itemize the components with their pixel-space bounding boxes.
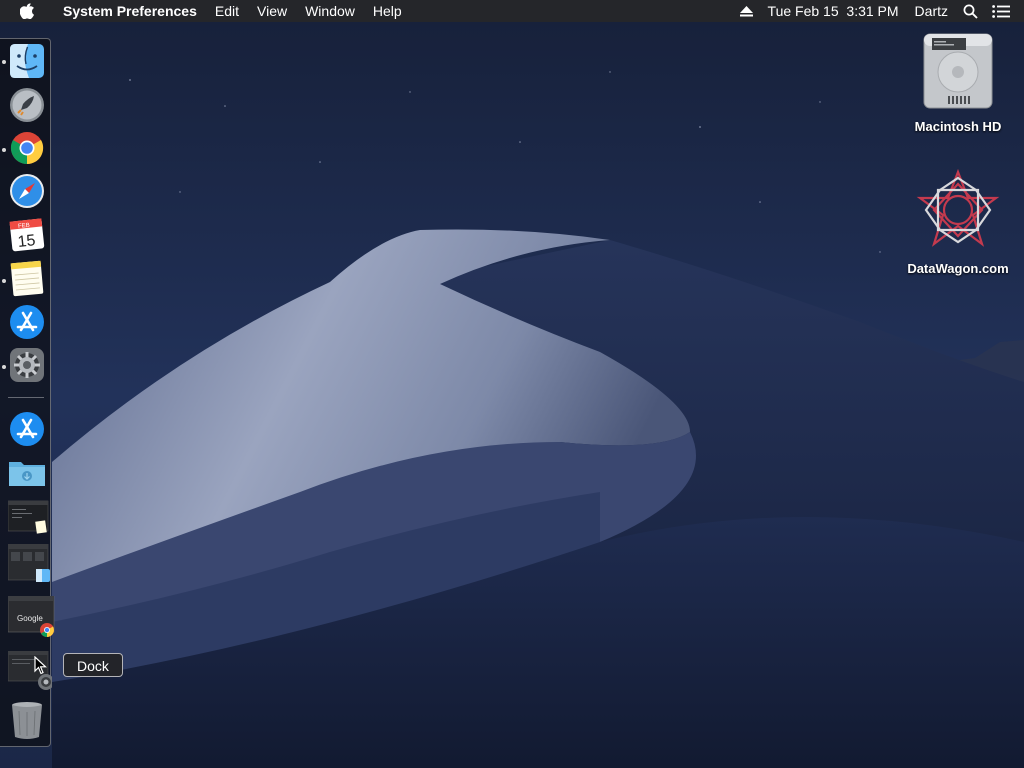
menu-window[interactable]: Window — [296, 0, 364, 22]
chrome-icon — [10, 132, 44, 165]
star-pattern-icon — [916, 168, 1000, 247]
safari-icon — [10, 174, 44, 208]
dock-item-finder[interactable] — [8, 42, 46, 80]
mouse-pointer-icon — [34, 656, 48, 675]
calendar-day: 15 — [17, 232, 37, 251]
menu-help[interactable]: Help — [364, 0, 411, 22]
chrome-thumbnail-text: Google — [17, 614, 43, 623]
dock-tooltip: Dock — [63, 653, 123, 677]
dock-item-app-store-download[interactable] — [8, 410, 46, 448]
trash-icon — [12, 702, 42, 739]
window-thumbnail-icon: Google — [7, 595, 55, 637]
dock-item-app-store[interactable] — [8, 303, 46, 341]
chrome-running-indicator — [2, 148, 6, 152]
menu-view[interactable]: View — [248, 0, 296, 22]
calendar-month: FEB — [18, 223, 30, 230]
menu-bar: System Preferences Edit View Window Help… — [0, 0, 1024, 22]
menu-bar-status-area: Tue Feb 15 3:31 PM Dartz — [733, 0, 1024, 22]
folder-icon — [9, 462, 45, 486]
dock-item-trash[interactable] — [8, 699, 46, 739]
finder-icon — [10, 44, 44, 78]
search-icon[interactable] — [956, 0, 985, 22]
window-thumbnail-icon — [7, 543, 50, 582]
clock[interactable]: Tue Feb 15 3:31 PM — [760, 0, 907, 22]
gear-icon — [10, 348, 44, 382]
finder-running-indicator — [2, 60, 6, 64]
eject-icon[interactable] — [733, 0, 760, 22]
desktop-icon-label: Macintosh HD — [914, 119, 1002, 134]
dock-item-minimized-chrome-window[interactable]: Google — [7, 595, 56, 637]
desktop-icon-datawagon[interactable]: DataWagon.com — [898, 168, 1018, 276]
app-store-icon — [10, 412, 44, 446]
dock-item-notes[interactable] — [8, 259, 46, 297]
dock-item-minimized-finder-window[interactable] — [7, 543, 52, 582]
desktop-icon-macintosh-hd[interactable]: Macintosh HD — [898, 30, 1018, 134]
system-preferences-running-indicator — [2, 365, 6, 369]
dock-item-downloads-folder[interactable] — [8, 453, 46, 491]
dock: FEB 15 Google — [0, 38, 55, 747]
app-store-icon — [10, 305, 44, 339]
launchpad-icon — [10, 88, 44, 122]
calendar-icon: FEB 15 — [9, 218, 45, 252]
dock-item-calendar[interactable]: FEB 15 — [8, 216, 46, 254]
dock-item-launchpad[interactable] — [8, 86, 46, 124]
hard-drive-icon — [923, 33, 993, 109]
window-thumbnail-icon — [7, 500, 49, 534]
dock-separator — [8, 397, 44, 398]
notes-icon — [10, 260, 44, 297]
user-menu[interactable]: Dartz — [907, 0, 956, 22]
notes-running-indicator — [2, 279, 6, 283]
desktop-icon-label: DataWagon.com — [907, 261, 1009, 276]
menu-edit[interactable]: Edit — [206, 0, 248, 22]
menu-app-name[interactable]: System Preferences — [54, 0, 206, 22]
dock-item-system-preferences[interactable] — [8, 346, 46, 384]
desktop-wallpaper — [0, 22, 1024, 768]
dock-item-minimized-notes-window[interactable] — [7, 499, 50, 537]
dock-item-chrome[interactable] — [8, 129, 46, 167]
apple-logo-icon[interactable] — [0, 3, 54, 19]
dock-item-safari[interactable] — [8, 172, 46, 210]
list-icon[interactable] — [985, 0, 1024, 22]
